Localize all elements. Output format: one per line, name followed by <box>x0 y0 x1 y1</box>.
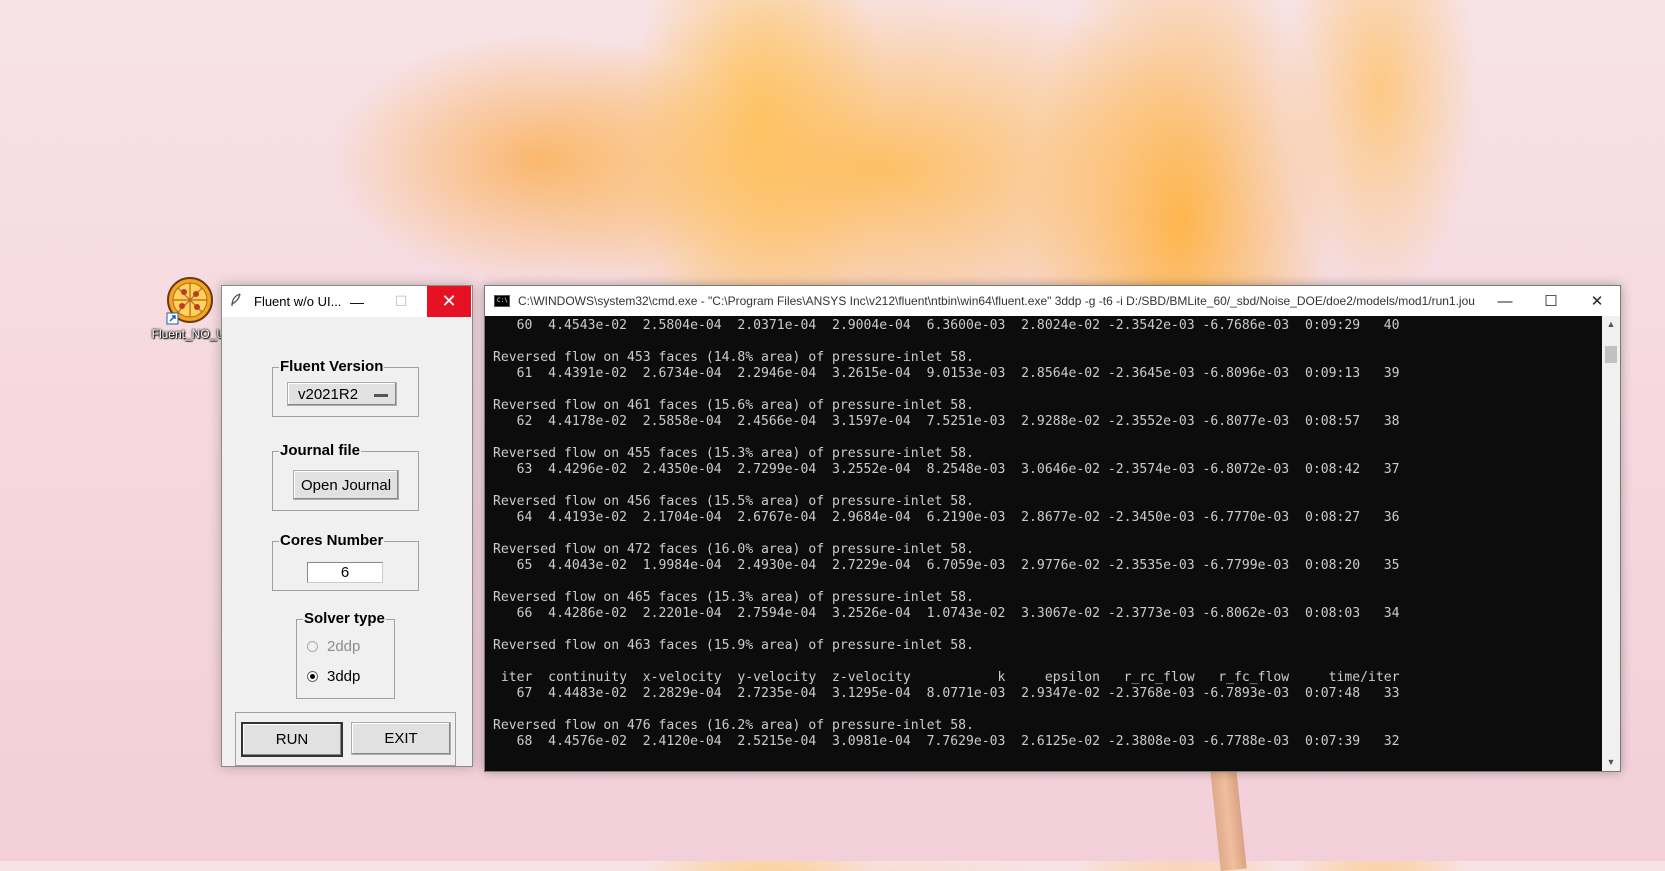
dropdown-indicator-icon <box>374 394 388 397</box>
console-scrollbar[interactable]: ▲ ▼ <box>1602 316 1620 771</box>
journal-file-group: Journal file Open Journal <box>272 442 419 511</box>
solver-option-2ddp: 2ddp <box>327 638 361 655</box>
exit-button[interactable]: EXIT <box>351 722 451 755</box>
solver-type-label: Solver type <box>303 610 386 627</box>
console-line: 63 4.4296e-02 2.4350e-04 2.7299e-04 3.25… <box>493 462 1400 477</box>
console-output[interactable]: 60 4.4543e-02 2.5804e-04 2.0371e-04 2.90… <box>485 316 1602 771</box>
console-close-button[interactable]: ✕ <box>1574 286 1620 316</box>
console-line: Reversed flow on 461 faces (15.6% area) … <box>493 398 974 413</box>
action-group: RUN EXIT <box>235 712 456 766</box>
run-button[interactable]: RUN <box>241 722 343 757</box>
console-maximize-button[interactable]: ☐ <box>1528 286 1574 316</box>
console-line: 68 4.4576e-02 2.4120e-04 2.5215e-04 3.09… <box>493 734 1400 749</box>
cores-number-input[interactable]: 6 <box>307 562 383 583</box>
console-titlebar[interactable]: C:\ C:\WINDOWS\system32\cmd.exe - "C:\Pr… <box>485 286 1620 316</box>
console-line: Reversed flow on 463 faces (15.9% area) … <box>493 638 974 653</box>
console-line: Reversed flow on 453 faces (14.8% area) … <box>493 350 974 365</box>
scroll-thumb[interactable] <box>1605 346 1617 363</box>
launcher-titlebar[interactable]: Fluent w/o UI... — ☐ ✕ <box>222 286 472 317</box>
console-line: 60 4.4543e-02 2.5804e-04 2.0371e-04 2.90… <box>493 318 1400 333</box>
solver-type-group: Solver type 2ddp 3ddp <box>296 610 395 699</box>
console-line: Reversed flow on 456 faces (15.5% area) … <box>493 494 974 509</box>
console-line: 66 4.4286e-02 2.2201e-04 2.7594e-04 3.25… <box>493 606 1400 621</box>
journal-file-label: Journal file <box>279 442 362 459</box>
console-window: C:\ C:\WINDOWS\system32\cmd.exe - "C:\Pr… <box>484 285 1621 772</box>
console-title: C:\WINDOWS\system32\cmd.exe - "C:\Progra… <box>518 294 1475 308</box>
console-line: Reversed flow on 465 faces (15.3% area) … <box>493 590 974 605</box>
close-button[interactable]: ✕ <box>427 286 471 317</box>
fluent-version-value: v2021R2 <box>298 385 359 403</box>
console-minimize-button[interactable]: — <box>1482 286 1528 316</box>
fluent-version-group: Fluent Version v2021R2 <box>272 358 419 417</box>
scroll-up-icon[interactable]: ▲ <box>1602 316 1620 333</box>
radio-selected-icon <box>307 671 318 682</box>
console-line: 67 4.4483e-02 2.2829e-04 2.7235e-04 3.12… <box>493 686 1400 701</box>
maximize-button[interactable]: ☐ <box>379 286 423 317</box>
console-line: 61 4.4391e-02 2.6734e-04 2.2946e-04 3.26… <box>493 366 1400 381</box>
console-line: 64 4.4193e-02 2.1704e-04 2.6767e-04 2.96… <box>493 510 1400 525</box>
open-journal-button[interactable]: Open Journal <box>293 470 399 500</box>
console-line: Reversed flow on 455 faces (15.3% area) … <box>493 446 974 461</box>
radio-unselected-icon <box>307 641 318 652</box>
cores-number-label: Cores Number <box>279 532 385 549</box>
flower-stem <box>1209 758 1247 871</box>
console-line: iter continuity x-velocity y-velocity z-… <box>493 670 1400 685</box>
solver-radio-2ddp[interactable]: 2ddp <box>307 638 360 655</box>
cores-number-group: Cores Number 6 <box>272 532 419 591</box>
console-line: 62 4.4178e-02 2.5858e-04 2.4566e-04 3.15… <box>493 414 1400 429</box>
console-line: Reversed flow on 472 faces (16.0% area) … <box>493 542 974 557</box>
fluent-version-label: Fluent Version <box>279 358 385 375</box>
feather-icon <box>230 293 248 310</box>
fluent-launcher-window: Fluent w/o UI... — ☐ ✕ Fluent Version v2… <box>221 285 473 767</box>
scroll-down-icon[interactable]: ▼ <box>1602 754 1620 771</box>
cmd-icon: C:\ <box>494 295 510 307</box>
launcher-title: Fluent w/o UI... <box>254 294 342 309</box>
fluent-version-dropdown[interactable]: v2021R2 <box>287 382 397 406</box>
pizza-icon <box>165 275 215 325</box>
console-line: Reversed flow on 476 faces (16.2% area) … <box>493 718 974 733</box>
minimize-button[interactable]: — <box>335 286 379 317</box>
solver-option-3ddp: 3ddp <box>327 668 361 685</box>
solver-radio-3ddp[interactable]: 3ddp <box>307 668 360 685</box>
console-line: 65 4.4043e-02 1.9984e-04 2.4930e-04 2.72… <box>493 558 1400 573</box>
